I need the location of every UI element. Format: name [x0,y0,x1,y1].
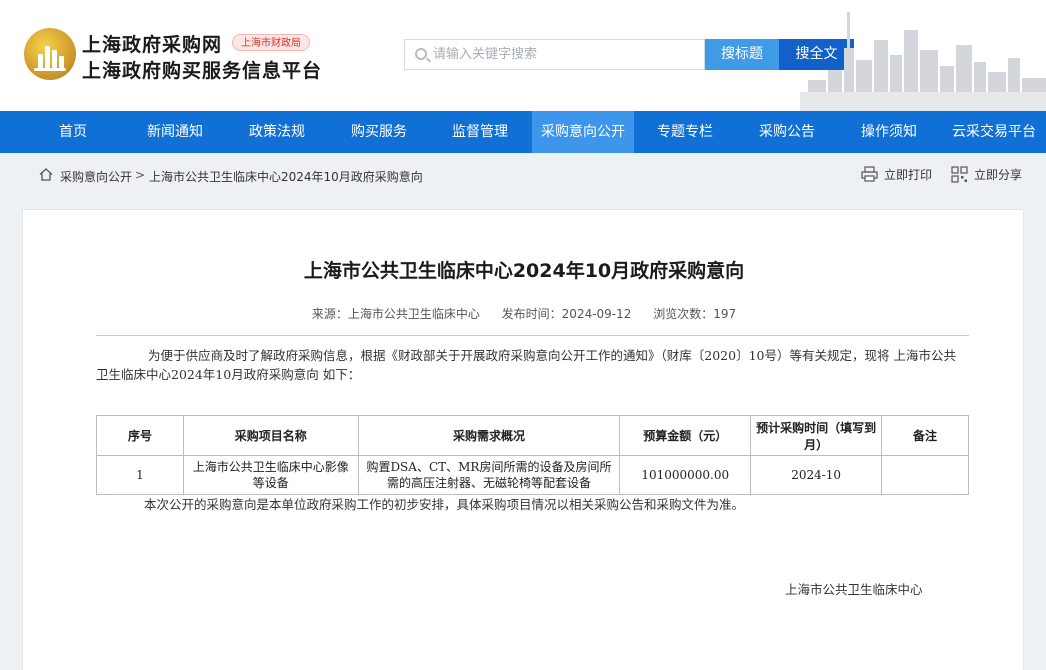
breadcrumb-current: 上海市公共卫生临床中心2024年10月政府采购意向 [149,170,423,184]
breadcrumb-separator: > [135,168,146,182]
breadcrumb-section[interactable]: 采购意向公开 [60,168,132,185]
col-header-project: 采购项目名称 [182,415,359,456]
col-header-index: 序号 [96,415,184,456]
article-view-count: 浏览次数：197 [653,307,737,321]
table-header-row: 序号 采购项目名称 采购需求概况 预算金额（元） 预计采购时间（填写到月） 备注 [96,415,969,456]
cell-requirements: 购置DSA、CT、MR房间所需的设备及房间所需的高压注射器、无磁轮椅等配套设备 [357,455,621,495]
col-header-budget: 预算金额（元） [619,415,752,456]
site-title[interactable]: 上海政府采购网 [82,30,222,57]
nav-home[interactable]: 首页 [30,111,116,153]
printer-icon[interactable] [861,166,878,182]
cell-index: 1 [96,455,184,495]
finance-bureau-badge: 上海市财政局 [232,34,310,51]
search-input[interactable] [433,40,703,69]
article-source: 来源：上海市公共卫生临床中心 [311,307,480,321]
cell-time: 2024-10 [750,455,883,495]
search-box [404,39,705,70]
table-row: 1 上海市公共卫生临床中心影像等设备 购置DSA、CT、MR房间所需的设备及房间… [96,455,969,495]
search-icon [415,48,427,60]
cell-project: 上海市公共卫生临床中心影像等设备 [182,455,359,495]
nav-special-topics[interactable]: 专题专栏 [643,111,727,153]
nav-procurement-intent[interactable]: 采购意向公开 [532,111,634,153]
procurement-table: 序号 采购项目名称 采购需求概况 预算金额（元） 预计采购时间（填写到月） 备注… [96,415,969,495]
article-note: 本次公开的采购意向是本单位政府采购工作的初步安排，具体采购项目情况以相关采购公告… [144,497,745,512]
site-logo[interactable] [24,28,76,80]
title-divider [96,335,969,336]
col-header-remarks: 备注 [881,415,969,456]
city-skyline-decoration [800,12,1046,111]
nav-policy[interactable]: 政策法规 [234,111,320,153]
nav-supervision[interactable]: 监督管理 [437,111,523,153]
article-intro: 为便于供应商及时了解政府采购信息，根据《财政部关于开展政府采购意向公开工作的通知… [96,348,956,382]
breadcrumb: 采购意向公开 > 上海市公共卫生临床中心2024年10月政府采购意向 立即打印 … [22,160,1024,190]
main-nav: 首页 新闻通知 政策法规 购买服务 监督管理 采购意向公开 专题专栏 采购公告 … [0,111,1046,153]
site-subtitle[interactable]: 上海政府购买服务信息平台 [82,56,322,83]
nav-purchase-services[interactable]: 购买服务 [335,111,423,153]
article-meta: 来源：上海市公共卫生临床中心 发布时间：2024-09-12 浏览次数：197 [23,305,1025,322]
share-button[interactable]: 立即分享 [974,166,1022,183]
nav-news[interactable]: 新闻通知 [131,111,219,153]
cell-remarks [881,455,969,495]
site-header: 上海政府采购网 上海市财政局 上海政府购买服务信息平台 搜标题 搜全文 [0,0,1046,111]
article-signature: 上海市公共卫生临床中心 [785,582,923,597]
nav-instructions[interactable]: 操作须知 [846,111,932,153]
nav-announcements[interactable]: 采购公告 [744,111,830,153]
cell-budget: 101000000.00 [619,455,752,495]
print-button[interactable]: 立即打印 [884,166,932,183]
nav-cloud-trading[interactable]: 云采交易平台 [944,111,1044,153]
article-card: 上海市公共卫生临床中心2024年10月政府采购意向 来源：上海市公共卫生临床中心… [22,209,1024,670]
page-title: 上海市公共卫生临床中心2024年10月政府采购意向 [303,260,745,282]
col-header-requirements: 采购需求概况 [357,415,621,456]
qr-share-icon[interactable] [951,166,968,183]
search-title-button[interactable]: 搜标题 [705,39,779,70]
col-header-time: 预计采购时间（填写到月） [750,415,883,456]
article-publish-date: 发布时间：2024-09-12 [501,307,632,321]
home-icon[interactable] [39,168,53,181]
